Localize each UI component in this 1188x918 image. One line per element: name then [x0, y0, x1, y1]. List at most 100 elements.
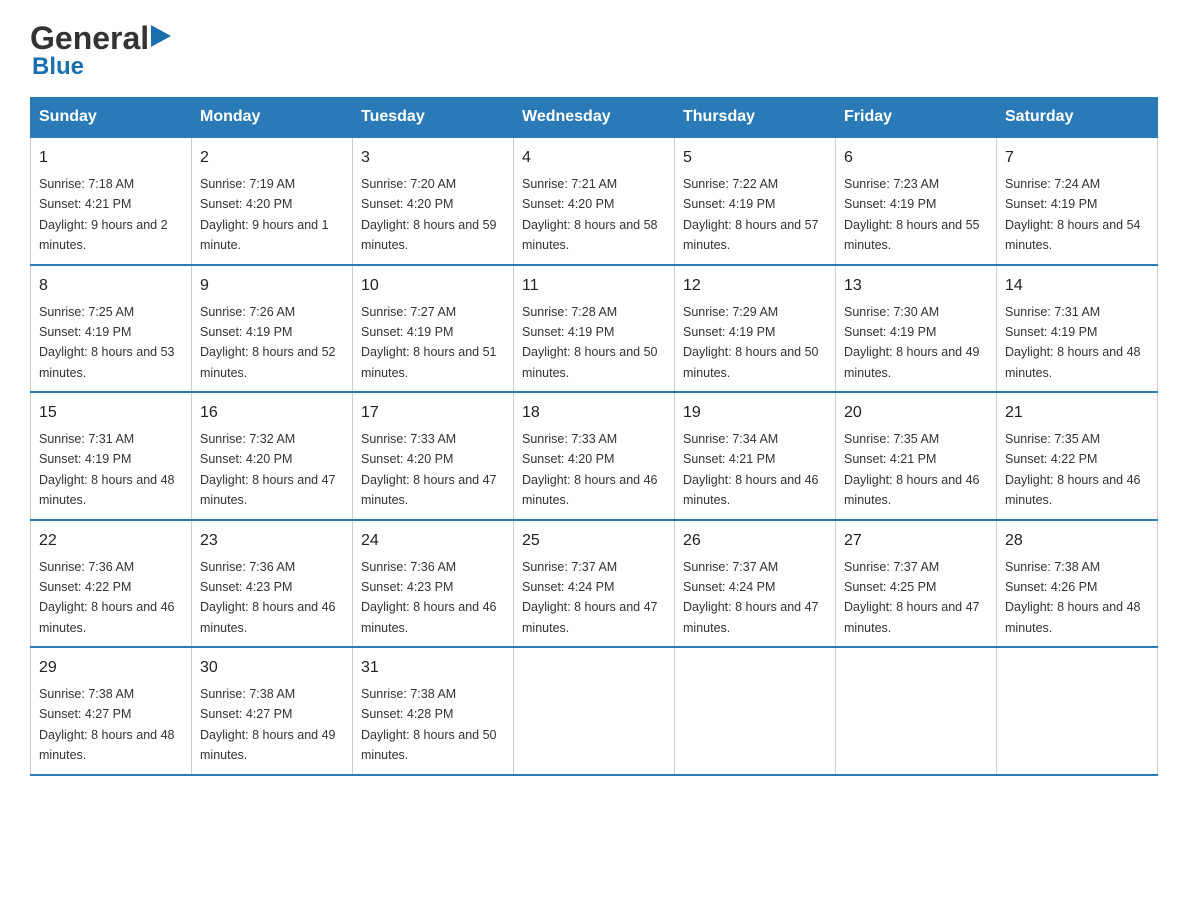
calendar-cell: 23 Sunrise: 7:36 AMSunset: 4:23 PMDaylig… [192, 520, 353, 648]
calendar-week-row: 15 Sunrise: 7:31 AMSunset: 4:19 PMDaylig… [31, 392, 1158, 520]
logo-blue-text: Blue [32, 53, 84, 81]
calendar-table: SundayMondayTuesdayWednesdayThursdayFrid… [30, 97, 1158, 776]
day-info: Sunrise: 7:38 AMSunset: 4:27 PMDaylight:… [39, 687, 175, 762]
calendar-cell: 7 Sunrise: 7:24 AMSunset: 4:19 PMDayligh… [997, 137, 1158, 265]
day-number: 6 [844, 146, 988, 170]
calendar-cell: 16 Sunrise: 7:32 AMSunset: 4:20 PMDaylig… [192, 392, 353, 520]
day-number: 31 [361, 656, 505, 680]
calendar-cell: 11 Sunrise: 7:28 AMSunset: 4:19 PMDaylig… [514, 265, 675, 393]
calendar-cell: 24 Sunrise: 7:36 AMSunset: 4:23 PMDaylig… [353, 520, 514, 648]
day-number: 24 [361, 529, 505, 553]
page-header: General Blue [30, 20, 1158, 81]
day-info: Sunrise: 7:22 AMSunset: 4:19 PMDaylight:… [683, 177, 819, 252]
day-info: Sunrise: 7:36 AMSunset: 4:23 PMDaylight:… [361, 560, 497, 635]
day-info: Sunrise: 7:38 AMSunset: 4:28 PMDaylight:… [361, 687, 497, 762]
day-info: Sunrise: 7:23 AMSunset: 4:19 PMDaylight:… [844, 177, 980, 252]
day-info: Sunrise: 7:38 AMSunset: 4:26 PMDaylight:… [1005, 560, 1141, 635]
day-number: 9 [200, 274, 344, 298]
calendar-cell: 13 Sunrise: 7:30 AMSunset: 4:19 PMDaylig… [836, 265, 997, 393]
day-info: Sunrise: 7:32 AMSunset: 4:20 PMDaylight:… [200, 432, 336, 507]
day-info: Sunrise: 7:26 AMSunset: 4:19 PMDaylight:… [200, 305, 336, 380]
day-info: Sunrise: 7:35 AMSunset: 4:21 PMDaylight:… [844, 432, 980, 507]
day-info: Sunrise: 7:31 AMSunset: 4:19 PMDaylight:… [39, 432, 175, 507]
day-info: Sunrise: 7:37 AMSunset: 4:24 PMDaylight:… [522, 560, 658, 635]
day-number: 14 [1005, 274, 1149, 298]
day-info: Sunrise: 7:24 AMSunset: 4:19 PMDaylight:… [1005, 177, 1141, 252]
calendar-cell: 5 Sunrise: 7:22 AMSunset: 4:19 PMDayligh… [675, 137, 836, 265]
calendar-cell: 26 Sunrise: 7:37 AMSunset: 4:24 PMDaylig… [675, 520, 836, 648]
day-info: Sunrise: 7:35 AMSunset: 4:22 PMDaylight:… [1005, 432, 1141, 507]
day-info: Sunrise: 7:36 AMSunset: 4:22 PMDaylight:… [39, 560, 175, 635]
calendar-cell [997, 647, 1158, 775]
day-number: 26 [683, 529, 827, 553]
calendar-week-row: 8 Sunrise: 7:25 AMSunset: 4:19 PMDayligh… [31, 265, 1158, 393]
day-number: 22 [39, 529, 183, 553]
logo: General [30, 20, 171, 57]
day-number: 8 [39, 274, 183, 298]
day-info: Sunrise: 7:33 AMSunset: 4:20 PMDaylight:… [522, 432, 658, 507]
calendar-cell: 25 Sunrise: 7:37 AMSunset: 4:24 PMDaylig… [514, 520, 675, 648]
calendar-cell: 27 Sunrise: 7:37 AMSunset: 4:25 PMDaylig… [836, 520, 997, 648]
calendar-cell: 22 Sunrise: 7:36 AMSunset: 4:22 PMDaylig… [31, 520, 192, 648]
day-info: Sunrise: 7:27 AMSunset: 4:19 PMDaylight:… [361, 305, 497, 380]
calendar-cell: 31 Sunrise: 7:38 AMSunset: 4:28 PMDaylig… [353, 647, 514, 775]
day-number: 5 [683, 146, 827, 170]
calendar-cell: 8 Sunrise: 7:25 AMSunset: 4:19 PMDayligh… [31, 265, 192, 393]
day-number: 2 [200, 146, 344, 170]
calendar-header-row: SundayMondayTuesdayWednesdayThursdayFrid… [31, 98, 1158, 138]
col-header-friday: Friday [836, 98, 997, 138]
day-info: Sunrise: 7:30 AMSunset: 4:19 PMDaylight:… [844, 305, 980, 380]
calendar-cell: 12 Sunrise: 7:29 AMSunset: 4:19 PMDaylig… [675, 265, 836, 393]
calendar-cell: 19 Sunrise: 7:34 AMSunset: 4:21 PMDaylig… [675, 392, 836, 520]
day-info: Sunrise: 7:34 AMSunset: 4:21 PMDaylight:… [683, 432, 819, 507]
calendar-week-row: 29 Sunrise: 7:38 AMSunset: 4:27 PMDaylig… [31, 647, 1158, 775]
day-info: Sunrise: 7:18 AMSunset: 4:21 PMDaylight:… [39, 177, 168, 252]
calendar-week-row: 22 Sunrise: 7:36 AMSunset: 4:22 PMDaylig… [31, 520, 1158, 648]
col-header-saturday: Saturday [997, 98, 1158, 138]
calendar-cell: 29 Sunrise: 7:38 AMSunset: 4:27 PMDaylig… [31, 647, 192, 775]
calendar-week-row: 1 Sunrise: 7:18 AMSunset: 4:21 PMDayligh… [31, 137, 1158, 265]
day-info: Sunrise: 7:29 AMSunset: 4:19 PMDaylight:… [683, 305, 819, 380]
calendar-cell: 20 Sunrise: 7:35 AMSunset: 4:21 PMDaylig… [836, 392, 997, 520]
day-number: 28 [1005, 529, 1149, 553]
calendar-cell: 18 Sunrise: 7:33 AMSunset: 4:20 PMDaylig… [514, 392, 675, 520]
day-number: 23 [200, 529, 344, 553]
calendar-cell: 1 Sunrise: 7:18 AMSunset: 4:21 PMDayligh… [31, 137, 192, 265]
day-number: 7 [1005, 146, 1149, 170]
day-info: Sunrise: 7:25 AMSunset: 4:19 PMDaylight:… [39, 305, 175, 380]
calendar-cell: 14 Sunrise: 7:31 AMSunset: 4:19 PMDaylig… [997, 265, 1158, 393]
day-number: 12 [683, 274, 827, 298]
logo-general-text: General [30, 20, 149, 57]
day-number: 29 [39, 656, 183, 680]
calendar-cell: 28 Sunrise: 7:38 AMSunset: 4:26 PMDaylig… [997, 520, 1158, 648]
day-number: 20 [844, 401, 988, 425]
day-number: 19 [683, 401, 827, 425]
logo-arrow-icon [151, 25, 171, 52]
calendar-cell: 2 Sunrise: 7:19 AMSunset: 4:20 PMDayligh… [192, 137, 353, 265]
day-info: Sunrise: 7:28 AMSunset: 4:19 PMDaylight:… [522, 305, 658, 380]
day-number: 15 [39, 401, 183, 425]
calendar-cell: 21 Sunrise: 7:35 AMSunset: 4:22 PMDaylig… [997, 392, 1158, 520]
calendar-cell: 6 Sunrise: 7:23 AMSunset: 4:19 PMDayligh… [836, 137, 997, 265]
day-number: 17 [361, 401, 505, 425]
day-number: 21 [1005, 401, 1149, 425]
calendar-cell [675, 647, 836, 775]
day-number: 11 [522, 274, 666, 298]
col-header-sunday: Sunday [31, 98, 192, 138]
calendar-cell: 17 Sunrise: 7:33 AMSunset: 4:20 PMDaylig… [353, 392, 514, 520]
day-info: Sunrise: 7:21 AMSunset: 4:20 PMDaylight:… [522, 177, 658, 252]
day-info: Sunrise: 7:31 AMSunset: 4:19 PMDaylight:… [1005, 305, 1141, 380]
col-header-thursday: Thursday [675, 98, 836, 138]
col-header-tuesday: Tuesday [353, 98, 514, 138]
day-info: Sunrise: 7:37 AMSunset: 4:24 PMDaylight:… [683, 560, 819, 635]
calendar-cell: 4 Sunrise: 7:21 AMSunset: 4:20 PMDayligh… [514, 137, 675, 265]
day-info: Sunrise: 7:33 AMSunset: 4:20 PMDaylight:… [361, 432, 497, 507]
day-info: Sunrise: 7:37 AMSunset: 4:25 PMDaylight:… [844, 560, 980, 635]
calendar-cell [514, 647, 675, 775]
col-header-wednesday: Wednesday [514, 98, 675, 138]
calendar-cell [836, 647, 997, 775]
logo-area: General Blue [30, 20, 171, 81]
day-number: 30 [200, 656, 344, 680]
calendar-cell: 15 Sunrise: 7:31 AMSunset: 4:19 PMDaylig… [31, 392, 192, 520]
calendar-cell: 3 Sunrise: 7:20 AMSunset: 4:20 PMDayligh… [353, 137, 514, 265]
